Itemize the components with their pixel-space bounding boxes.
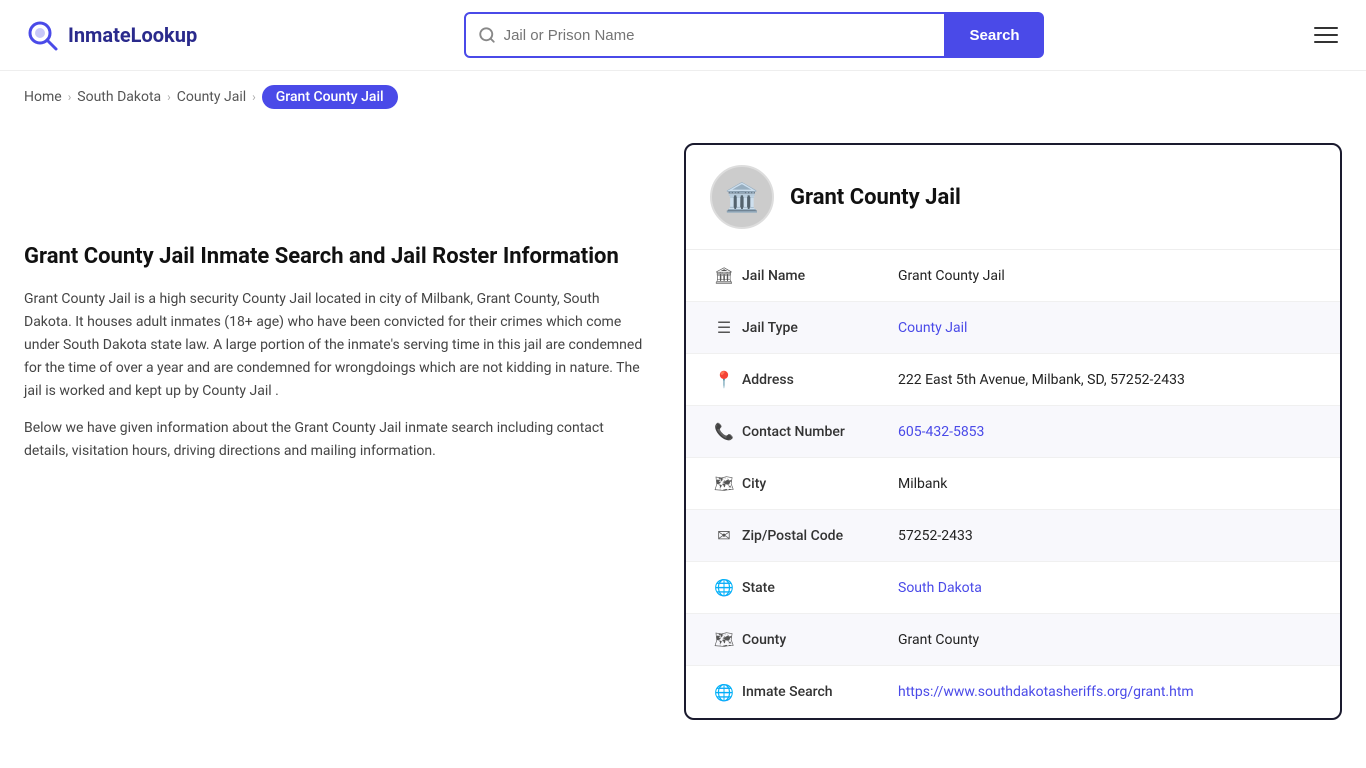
card-title: Grant County Jail	[790, 185, 961, 210]
description-para-1: Grant County Jail is a high security Cou…	[24, 288, 644, 403]
hamburger-line-2	[1314, 34, 1338, 36]
breadcrumb: Home › South Dakota › County Jail › Gran…	[0, 71, 1366, 123]
row-icon-4: 🗺	[710, 474, 738, 493]
row-label-8: Inmate Search	[738, 684, 898, 700]
avatar: 🏛️	[710, 165, 774, 229]
state-row: 🌐StateSouth Dakota	[686, 562, 1340, 614]
row-value-5: 57252-2433	[898, 528, 1316, 544]
breadcrumb-sep-3: ›	[252, 90, 256, 104]
row-link-6[interactable]: South Dakota	[898, 580, 982, 596]
row-value-8[interactable]: https://www.southdakotasheriffs.org/gran…	[898, 684, 1316, 700]
row-link-1[interactable]: County Jail	[898, 320, 967, 336]
row-icon-6: 🌐	[710, 578, 738, 597]
breadcrumb-current: Grant County Jail	[262, 85, 398, 109]
breadcrumb-type[interactable]: County Jail	[177, 89, 246, 105]
row-icon-1: ☰	[710, 318, 738, 337]
jail-type-row: ☰Jail TypeCounty Jail	[686, 302, 1340, 354]
row-value-2: 222 East 5th Avenue, Milbank, SD, 57252-…	[898, 372, 1316, 388]
page-heading: Grant County Jail Inmate Search and Jail…	[24, 243, 644, 272]
county-row: 🗺CountyGrant County	[686, 614, 1340, 666]
card-header: 🏛️ Grant County Jail	[686, 145, 1340, 250]
row-icon-5: ✉	[710, 526, 738, 545]
logo-link[interactable]: InmateLookup	[24, 17, 197, 53]
row-link-8[interactable]: https://www.southdakotasheriffs.org/gran…	[898, 684, 1194, 700]
search-box	[464, 12, 946, 58]
row-label-3: Contact Number	[738, 424, 898, 440]
hamburger-menu-button[interactable]	[1310, 23, 1342, 47]
search-button[interactable]: Search	[946, 12, 1044, 58]
logo-icon	[24, 17, 60, 53]
hamburger-line-3	[1314, 41, 1338, 43]
row-icon-8: 🌐	[710, 683, 738, 702]
info-card: 🏛️ Grant County Jail 🏛Jail NameGrant Cou…	[684, 143, 1342, 720]
logo-text: InmateLookup	[68, 23, 197, 47]
row-label-1: Jail Type	[738, 320, 898, 336]
inmate-search-row: 🌐Inmate Searchhttps://www.southdakotashe…	[686, 666, 1340, 718]
hamburger-line-1	[1314, 27, 1338, 29]
page-header: InmateLookup Search	[0, 0, 1366, 71]
row-icon-3: 📞	[710, 422, 738, 441]
zip-row: ✉Zip/Postal Code57252-2433	[686, 510, 1340, 562]
row-label-0: Jail Name	[738, 268, 898, 284]
row-label-5: Zip/Postal Code	[738, 528, 898, 544]
row-label-7: County	[738, 632, 898, 648]
address-row: 📍Address222 East 5th Avenue, Milbank, SD…	[686, 354, 1340, 406]
city-row: 🗺CityMilbank	[686, 458, 1340, 510]
row-value-0: Grant County Jail	[898, 268, 1316, 284]
row-value-3[interactable]: 605-432-5853	[898, 424, 1316, 440]
row-value-4: Milbank	[898, 476, 1316, 492]
jail-name-row: 🏛Jail NameGrant County Jail	[686, 250, 1340, 302]
left-content: Grant County Jail Inmate Search and Jail…	[24, 143, 644, 477]
row-label-6: State	[738, 580, 898, 596]
row-icon-7: 🗺	[710, 630, 738, 649]
row-value-6[interactable]: South Dakota	[898, 580, 1316, 596]
row-value-7: Grant County	[898, 632, 1316, 648]
row-value-1[interactable]: County Jail	[898, 320, 1316, 336]
row-icon-0: 🏛	[710, 266, 738, 285]
row-icon-2: 📍	[710, 370, 738, 389]
contact-row: 📞Contact Number605-432-5853	[686, 406, 1340, 458]
search-icon	[478, 26, 496, 44]
breadcrumb-home[interactable]: Home	[24, 89, 62, 105]
description-para-2: Below we have given information about th…	[24, 417, 644, 463]
breadcrumb-sep-2: ›	[167, 90, 171, 104]
search-input[interactable]	[504, 27, 932, 44]
row-label-2: Address	[738, 372, 898, 388]
breadcrumb-state[interactable]: South Dakota	[77, 89, 161, 105]
main-layout: Grant County Jail Inmate Search and Jail…	[0, 123, 1366, 740]
row-label-4: City	[738, 476, 898, 492]
breadcrumb-sep-1: ›	[68, 90, 72, 104]
row-link-3[interactable]: 605-432-5853	[898, 424, 984, 440]
info-table: 🏛Jail NameGrant County Jail☰Jail TypeCou…	[686, 250, 1340, 718]
search-area: Search	[464, 12, 1044, 58]
avatar-emoji: 🏛️	[725, 181, 760, 214]
